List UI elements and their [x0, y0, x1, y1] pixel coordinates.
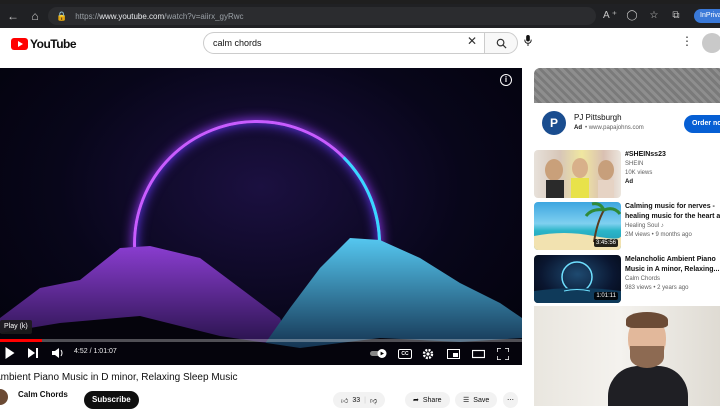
- channel-name[interactable]: Calm Chords: [18, 390, 68, 399]
- thumbs-up-icon: 👍︎: [341, 397, 349, 405]
- more-options-icon[interactable]: ⋮: [681, 34, 693, 48]
- fullscreen-icon[interactable]: [497, 348, 509, 360]
- logo-text: YouTube: [30, 37, 77, 51]
- miniplayer-icon[interactable]: [447, 349, 460, 359]
- favorites-star-icon[interactable]: ☆: [646, 7, 662, 23]
- collections-icon[interactable]: ⧉: [668, 7, 684, 23]
- recommendation-item[interactable]: #SHEINss23 SHEIN 10K views Ad: [534, 150, 720, 198]
- ad-domain-line: Ad • www.papajohns.com: [574, 125, 644, 131]
- read-aloud-icon[interactable]: A ⁺: [602, 7, 618, 23]
- presenter-beard: [630, 346, 664, 368]
- home-icon[interactable]: ⌂: [26, 7, 44, 25]
- presenter-body: [608, 366, 688, 406]
- recommendation-channel: SHEIN: [625, 161, 644, 167]
- search-button[interactable]: [484, 32, 518, 54]
- more-actions-icon[interactable]: ⋯: [503, 392, 518, 408]
- video-thumbnail: 3:45:56: [534, 202, 621, 250]
- save-icon: ☰: [463, 397, 470, 404]
- like-button[interactable]: 👍︎ 33 | 👎︎: [333, 392, 386, 408]
- search-icon: [496, 38, 507, 49]
- share-button[interactable]: ➦ Share: [405, 392, 450, 408]
- play-tooltip: Play (k): [0, 320, 32, 334]
- advertiser-logo: P: [542, 111, 566, 135]
- recommendation-item[interactable]: 3:45:56 Calming music for nerves - heali…: [534, 202, 720, 250]
- share-icon: ➦: [413, 397, 419, 404]
- thumbs-down-icon[interactable]: 👎︎: [370, 396, 377, 405]
- inprivate-badge[interactable]: InPrivate: [694, 9, 720, 23]
- address-bar[interactable]: 🔒 https://www.youtube.com/watch?v=aiirx_…: [48, 7, 596, 25]
- info-icon[interactable]: i: [500, 74, 512, 86]
- recommendation-meta: #SHEINss23 SHEIN 10K views Ad: [625, 150, 720, 187]
- recommendation-title: Calming music for nerves -: [625, 203, 715, 210]
- time-display: 4:52 / 1:01:07: [74, 348, 117, 355]
- video-title: Ambient Piano Music in D minor, Relaxing…: [0, 372, 238, 383]
- recommendation-title-line2: Music in A minor, Relaxing...: [625, 266, 720, 273]
- subscribe-button[interactable]: Subscribe: [84, 391, 139, 409]
- video-player[interactable]: i Play (k) 4:52 / 1:01:07 CC: [0, 68, 522, 365]
- captions-button[interactable]: CC: [398, 349, 412, 359]
- video-duration: 1:01:11: [594, 292, 618, 300]
- channel-avatar[interactable]: [0, 389, 8, 405]
- theater-mode-icon[interactable]: [472, 349, 485, 359]
- player-controls: 4:52 / 1:01:07 CC: [0, 343, 522, 365]
- search-box: [203, 32, 485, 54]
- recommendation-meta: Melancholic Ambient Piano Music in A min…: [625, 255, 720, 293]
- webcam-overlay: [534, 306, 720, 406]
- lock-icon: 🔒: [56, 10, 68, 21]
- recommendation-views: 983 views • 2 years ago: [625, 285, 689, 291]
- save-label: Save: [473, 396, 490, 404]
- next-icon[interactable]: [28, 348, 38, 358]
- recommendation-meta: Calming music for nerves - healing music…: [625, 202, 720, 240]
- ad-banner-image[interactable]: [534, 68, 720, 103]
- tracking-icon[interactable]: ◯: [624, 7, 640, 23]
- presenter-hair: [626, 312, 668, 328]
- order-now-button[interactable]: Order now: [684, 115, 720, 133]
- progress-bar[interactable]: [0, 339, 522, 342]
- youtube-header: YouTube ✕ ⋮: [0, 28, 720, 66]
- back-icon[interactable]: ←: [4, 7, 22, 25]
- microphone-icon[interactable]: [524, 35, 532, 49]
- browser-tools: A ⁺ ◯ ☆ ⧉: [602, 7, 684, 23]
- progress-fill: [0, 339, 42, 342]
- recommendation-item[interactable]: 1:01:11 Melancholic Ambient Piano Music …: [534, 255, 720, 303]
- settings-gear-icon[interactable]: [422, 348, 434, 360]
- search-input[interactable]: [213, 38, 453, 48]
- volume-icon[interactable]: [52, 348, 64, 358]
- recommendation-views: 10K views: [625, 170, 653, 176]
- video-thumbnail: 1:01:11: [534, 255, 621, 303]
- play-icon[interactable]: [4, 347, 15, 359]
- youtube-logo[interactable]: YouTube: [11, 37, 77, 51]
- url-text: https://www.youtube.com/watch?v=aiirx_gy…: [75, 11, 244, 21]
- advertiser-name: PJ Pittsburgh: [574, 113, 622, 122]
- recommendation-views: 2M views • 9 months ago: [625, 232, 692, 238]
- video-duration: 3:45:56: [593, 239, 618, 247]
- like-count: 33: [352, 396, 361, 404]
- share-label: Share: [422, 396, 442, 404]
- clear-search-icon[interactable]: ✕: [467, 34, 477, 48]
- youtube-play-icon: [11, 38, 28, 50]
- recommendation-title-line2: healing music for the heart and: [625, 213, 720, 220]
- recommendation-title: Melancholic Ambient Piano: [625, 256, 716, 263]
- account-avatar[interactable]: [702, 33, 720, 53]
- save-button[interactable]: ☰ Save: [455, 392, 498, 408]
- recommendation-title: #SHEINss23: [625, 151, 666, 158]
- recommendation-channel: Healing Soul ♪: [625, 223, 664, 229]
- like-divider: |: [364, 396, 366, 404]
- video-thumbnail: [534, 150, 621, 198]
- autoplay-toggle[interactable]: [370, 349, 388, 358]
- browser-toolbar: ← ⌂ 🔒 https://www.youtube.com/watch?v=ai…: [0, 4, 720, 28]
- recommendation-channel: Calm Chords: [625, 276, 661, 282]
- ad-badge: Ad: [625, 179, 633, 185]
